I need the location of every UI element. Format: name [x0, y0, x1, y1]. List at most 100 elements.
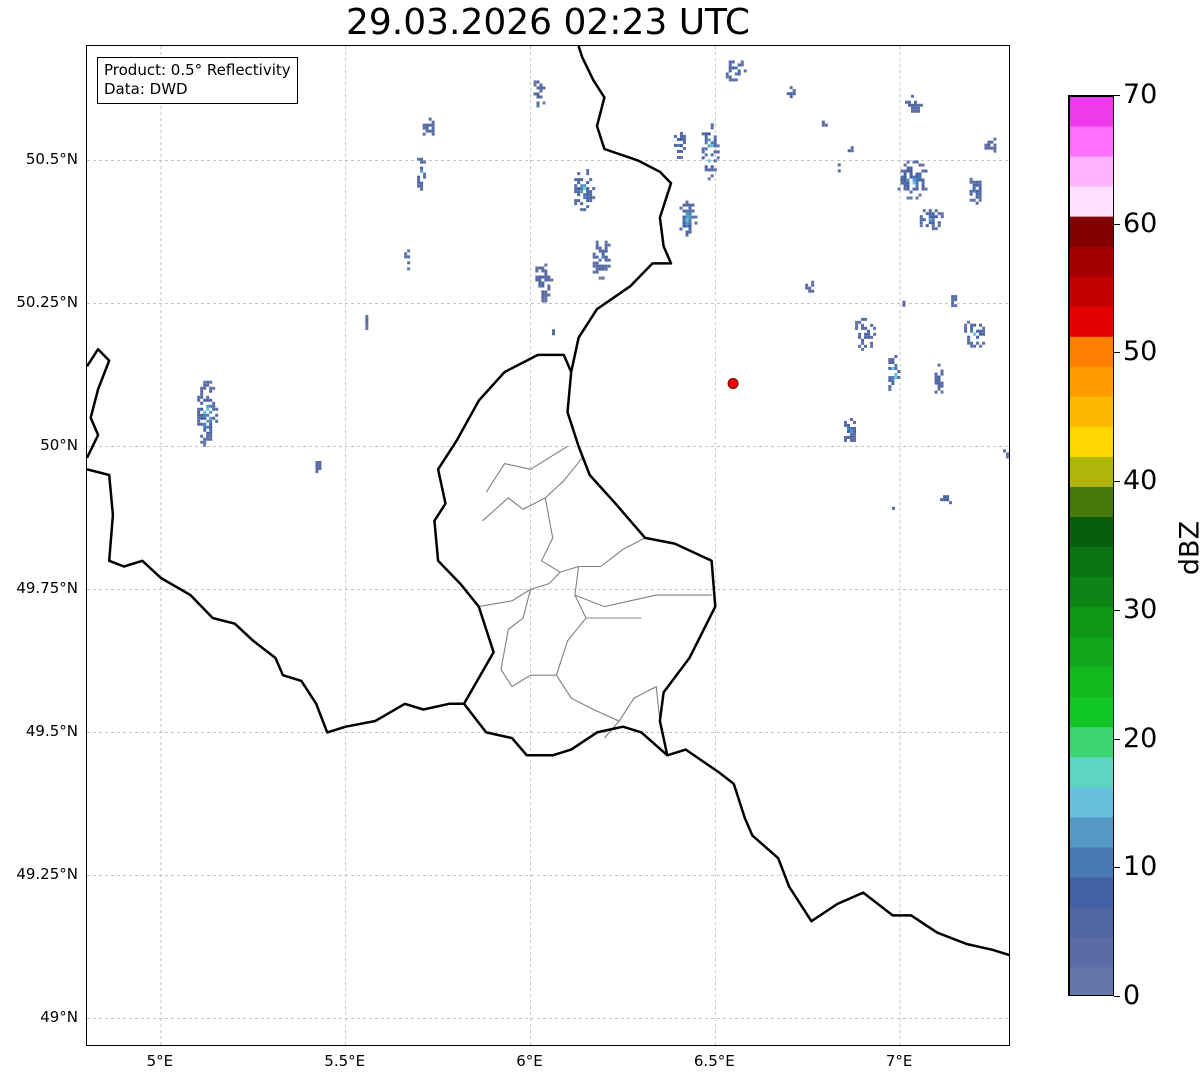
colorbar-segment [1069, 606, 1113, 638]
colorbar-segment [1069, 846, 1113, 878]
colorbar [1068, 95, 1114, 996]
radar-cell [673, 131, 686, 159]
colorbar-segment [1069, 276, 1113, 307]
radar-cell [417, 157, 427, 191]
colorbar-segment [1069, 666, 1113, 698]
colorbar-segment [1069, 876, 1113, 908]
colorbar-segment [1069, 456, 1113, 487]
lon-tick-label: 5°E [146, 1052, 174, 1070]
radar-cell [837, 163, 841, 173]
lon-tick-label: 6°E [516, 1052, 543, 1070]
info-box: Product: 0.5° Reflectivity Data: DWD [97, 57, 298, 104]
data-source-label: Data: DWD [104, 80, 188, 98]
colorbar-tickmark [1114, 996, 1120, 997]
colorbar-segment [1069, 696, 1113, 728]
district-line [511, 674, 557, 688]
colorbar-segment [1069, 366, 1113, 397]
colorbar-tick-label: 10 [1123, 851, 1158, 883]
radar-cell [897, 160, 928, 200]
colorbar-segment [1069, 336, 1113, 367]
radar-cell [535, 263, 554, 303]
colorbar-segment [1069, 636, 1113, 668]
colorbar-segment [1069, 156, 1113, 187]
radar-cell [847, 146, 854, 153]
colorbar-segment [1069, 516, 1113, 547]
radar-cell [1002, 449, 1009, 459]
radar-cell [422, 117, 435, 136]
district-line [485, 445, 568, 493]
district-line [482, 446, 583, 522]
radar-cell [919, 209, 944, 231]
lat-tick-label: 50.5°N [25, 150, 78, 169]
colorbar-segment [1069, 426, 1113, 457]
radar-cell [786, 86, 796, 99]
radar-cell [951, 295, 958, 308]
lon-tick-label: 5.5°E [324, 1052, 366, 1070]
radar-cell [934, 363, 944, 394]
colorbar-tick-label: 20 [1123, 722, 1158, 754]
colorbar-tick-label: 70 [1123, 79, 1158, 110]
colorbar-segment [1069, 186, 1113, 217]
colorbar-tickmark [1114, 95, 1120, 96]
radar-cell [592, 240, 611, 280]
radar-site-layer [727, 377, 739, 389]
radar-cell [552, 329, 555, 336]
radar-cell [197, 380, 219, 447]
radar-cell [365, 314, 369, 330]
colorbar-segment [1069, 96, 1113, 127]
colorbar-segment [1069, 756, 1113, 788]
radar-cell [969, 177, 982, 205]
colorbar-tickmark [1114, 481, 1120, 483]
map-panel[interactable] [86, 45, 1010, 1046]
country-border [87, 347, 111, 459]
radar-cell [940, 495, 953, 505]
district-boundaries [478, 445, 712, 739]
colorbar-tickmark [1114, 609, 1120, 611]
radar-cell [533, 80, 546, 108]
lat-tick-label: 49.25°N [16, 865, 78, 884]
radar-cell [888, 355, 901, 392]
district-line [540, 497, 646, 573]
radar-cell [984, 137, 997, 153]
product-label: Product: 0.5° Reflectivity [104, 61, 291, 79]
radar-cell [574, 169, 596, 212]
lat-tick-label: 49.5°N [25, 722, 78, 741]
radar-cell [892, 506, 896, 510]
colorbar-tickmark [1114, 738, 1120, 740]
radar-cell [805, 280, 815, 293]
radar-site-marker[interactable] [727, 377, 739, 389]
colorbar-segment [1069, 906, 1113, 938]
colorbar-segment [1069, 246, 1113, 277]
lon-tick-label: 6.5°E [693, 1052, 735, 1070]
colorbar-tick-label: 30 [1123, 593, 1158, 625]
radar-cell [725, 60, 747, 82]
radar-cell [701, 123, 720, 181]
radar-cell [315, 460, 322, 473]
radar-cell [902, 300, 906, 307]
radar-cell [964, 320, 986, 348]
radar-cell [904, 94, 923, 113]
lon-tick-label: 7°E [885, 1052, 913, 1070]
colorbar-tick-label: 60 [1123, 207, 1158, 239]
colorbar-tick-label: 0 [1123, 980, 1141, 1011]
lat-tick-label: 49°N [40, 1008, 78, 1027]
lat-tick-label: 50.25°N [16, 293, 78, 312]
radar-cell [821, 120, 828, 127]
colorbar-tick-label: 40 [1123, 465, 1158, 497]
colorbar-label: dBZ [1174, 520, 1202, 576]
district-line [500, 589, 532, 687]
colorbar-segment [1069, 546, 1113, 578]
colorbar-segment [1069, 936, 1113, 968]
radar-map[interactable] [87, 46, 1010, 1046]
colorbar-tickmark [1114, 223, 1120, 225]
district-line [574, 594, 712, 608]
colorbar-segment [1069, 966, 1113, 995]
colorbar-segment [1069, 216, 1113, 247]
colorbar-segment [1069, 126, 1113, 157]
colorbar-segment [1069, 816, 1113, 848]
radar-echoes [197, 60, 1009, 510]
radar-cell [679, 200, 698, 237]
colorbar-tick-label: 50 [1123, 336, 1158, 368]
colorbar-segment [1069, 396, 1113, 427]
radar-cell [843, 417, 856, 442]
